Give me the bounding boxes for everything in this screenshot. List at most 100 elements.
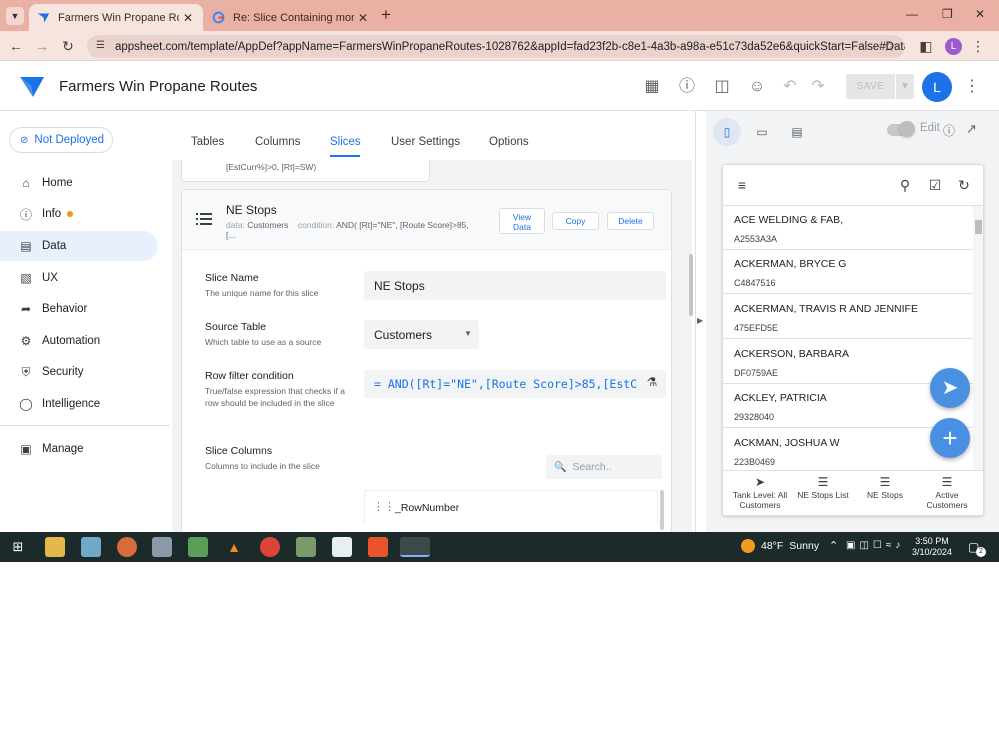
expression-assistant-icon[interactable]: ⚗ [644,375,660,391]
preview-calendar-icon[interactable]: ▦ [642,77,662,97]
sidebar-item-manage[interactable]: ▣ Manage [0,434,158,464]
copy-button[interactable]: Copy [552,212,599,230]
document-app-icon[interactable] [152,537,172,557]
browser-tab-forum[interactable]: Re: Slice Containing more rows ✕ [204,4,378,31]
list-scrollbar-thumb[interactable] [975,220,982,234]
sidebar-item-behavior[interactable]: ➦ Behavior [0,294,158,324]
back-icon[interactable]: ← [7,37,25,55]
close-window-button[interactable]: ✕ [975,7,985,21]
drag-handle-icon[interactable]: ⋮⋮ [373,500,395,513]
help-icon[interactable]: ⓘ [677,77,697,97]
sidebar-item-info[interactable]: ⓘ Info [0,199,158,229]
pane-divider[interactable] [695,111,696,532]
sidebar-item-automation[interactable]: ⚙ Automation [0,326,158,356]
tab-search-button[interactable]: ▼ [6,7,24,25]
reload-icon[interactable]: ↻ [59,37,77,55]
list-item[interactable]: ACE WELDING & FAB, A2553A3A [723,206,973,250]
restore-button[interactable]: ❐ [942,7,953,21]
delete-button[interactable]: Delete [607,212,654,230]
app-icon-security[interactable] [332,537,352,557]
weather-widget[interactable]: 48°F Sunny [741,539,819,553]
taskbar-clock[interactable]: 3:50 PM 3/10/2024 [912,536,952,558]
view-data-button[interactable]: View Data [499,208,545,234]
sidebar-item-data[interactable]: ▤ Data [0,231,158,261]
sort-menu-icon[interactable]: ≡ [733,176,751,194]
app-icon-notes[interactable] [81,537,101,557]
list-scrollbar[interactable] [973,206,983,470]
sidebar-item-security[interactable]: ⛨ Security [0,357,158,387]
notification-count: 2 [976,547,986,557]
collapse-preview-icon[interactable]: ▶ [697,316,703,325]
profile-avatar[interactable]: L [945,38,962,55]
slice-card-header[interactable]: NE Stops data: Customers condition: AND(… [182,190,671,250]
minimize-button[interactable]: — [906,7,918,21]
slice-name-input[interactable]: NE Stops [364,271,666,300]
edit-toggle-knob[interactable] [899,121,915,137]
tab-tables[interactable]: Tables [191,136,224,148]
select-checkbox-icon[interactable]: ☑ [926,176,944,194]
columns-search-input[interactable]: 🔍 Search.. [546,455,662,479]
close-tab-icon[interactable]: ✕ [354,11,372,25]
deploy-status-button[interactable]: ⊘ Not Deployed [9,127,113,153]
previous-slice-card[interactable]: [EstCurr%]>0, [Rt]=SW) [181,160,430,182]
browser-tab-appsheet[interactable]: Farmers Win Propane Routes - ✕ [29,4,203,31]
source-table-select[interactable]: Customers ▼ [364,320,479,349]
list-item[interactable]: ACKERMAN, TRAVIS R AND JENNIFE 475EFD5E [723,295,973,339]
desktop-view-icon[interactable]: ▤ [783,118,811,146]
send-fab-button[interactable]: ➤ [930,368,970,408]
open-external-icon[interactable]: ↗ [966,121,977,137]
address-bar[interactable]: ☰ appsheet.com/template/AppDef?appName=F… [87,35,905,58]
sync-refresh-icon[interactable]: ↻ [955,176,973,194]
tab-slices[interactable]: Slices [330,136,361,148]
add-fab-button[interactable]: + [930,418,970,458]
list-item[interactable]: ACKERMAN, BRYCE G C4847516 [723,250,973,294]
chrome-profile-icon[interactable] [400,537,430,557]
tab-user-settings[interactable]: User Settings [391,136,460,148]
mobile-view-icon[interactable]: ▯ [713,118,741,146]
editor-layout-icon[interactable]: ◫ [712,77,732,97]
forward-icon[interactable]: → [33,37,51,55]
spreadsheet-app-icon[interactable] [188,537,208,557]
browser-menu-icon[interactable]: ⋮ [969,37,987,55]
new-tab-button[interactable]: + [381,5,391,25]
search-icon[interactable]: ⚲ [896,176,914,194]
windows-start-icon[interactable]: ⊞ [8,537,28,557]
user-avatar[interactable]: L [922,72,952,102]
row-filter-expression-input[interactable]: = AND([Rt]="NE",[Route Score]>85,[EstC [364,370,666,398]
slice-card: NE Stops data: Customers condition: AND(… [181,189,672,532]
bookmark-star-icon[interactable]: ☆ [880,37,898,55]
nav-ne-stops[interactable]: ☰ NE Stops [853,475,917,500]
nav-label-line-1: NE Stops [867,490,903,500]
main-scrollbar[interactable] [689,254,693,316]
tab-options[interactable]: Options [489,136,529,148]
redo-icon[interactable]: ↷ [808,77,828,97]
nav-tank-level[interactable]: ➤ Tank Level: All Customers [728,475,792,510]
tab-columns[interactable]: Columns [255,136,300,148]
more-options-icon[interactable]: ⋮ [962,77,982,97]
share-user-icon[interactable]: ☺ [747,77,767,97]
undo-icon[interactable]: ↶ [780,77,800,97]
sidebar-item-home[interactable]: ⌂ Home [0,168,158,198]
app-icon-tools[interactable] [296,537,316,557]
media-player-icon[interactable] [117,537,137,557]
column-row[interactable]: ⋮⋮ _RowNumber [364,490,658,524]
columns-scrollbar[interactable] [660,490,664,530]
tray-chevron-icon[interactable]: ⌃ [829,539,838,552]
nav-active-customers[interactable]: ☰ Active Customers [915,475,979,510]
sidebar-item-ux[interactable]: ▧ UX [0,263,158,293]
tray-icons[interactable]: ▣◫☐≈♪ [846,540,904,551]
site-info-icon[interactable]: ☰ [96,40,105,51]
vlc-icon[interactable]: ▲ [224,537,244,557]
sidepanel-icon[interactable]: ◧ [917,37,935,55]
save-button[interactable]: SAVE [846,74,895,99]
chrome-icon[interactable] [260,537,280,557]
save-dropdown-icon[interactable]: ▼ [896,74,914,99]
close-tab-icon[interactable]: ✕ [179,11,197,25]
tablet-view-icon[interactable]: ▭ [748,118,776,146]
edit-info-icon[interactable]: ⓘ [943,122,955,139]
brave-browser-icon[interactable] [368,537,388,557]
nav-ne-stops-list[interactable]: ☰ NE Stops List [791,475,855,500]
row-id: 223B0469 [734,457,776,467]
file-explorer-icon[interactable] [45,537,65,557]
sidebar-item-intelligence[interactable]: ◯ Intelligence [0,389,158,419]
